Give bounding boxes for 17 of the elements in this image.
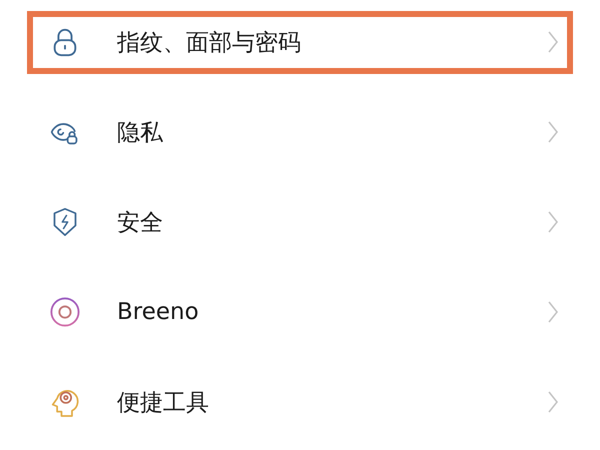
item-label: Breeno <box>117 299 200 325</box>
settings-item[interactable]: 便捷工具 <box>0 357 600 447</box>
item-label: 指纹、面部与密码 <box>117 28 302 58</box>
chevron-icon <box>548 301 558 323</box>
item-label: 便捷工具 <box>117 388 210 418</box>
chevron-icon <box>548 121 558 143</box>
chevron-icon <box>548 211 558 233</box>
settings-item[interactable]: 安全 <box>0 177 600 267</box>
settings-item[interactable]: Breeno <box>0 267 600 357</box>
chevron-icon <box>548 31 558 53</box>
chevron-icon <box>548 391 558 413</box>
ring-icon <box>50 296 80 328</box>
settings-item[interactable]: 隐私 <box>0 87 600 177</box>
settings-item[interactable]: 指纹、面部与密码 <box>0 0 600 87</box>
item-label: 安全 <box>117 208 164 238</box>
item-label: 隐私 <box>117 118 164 148</box>
shield-bolt-icon <box>51 206 79 238</box>
